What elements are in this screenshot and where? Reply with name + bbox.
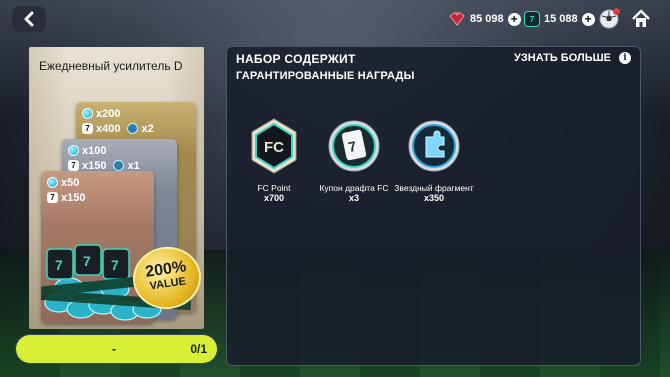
tier-bronze-coupons: x150 — [61, 191, 86, 204]
claim-count: 0/1 — [190, 342, 207, 356]
progress-fill — [16, 335, 217, 363]
fc-points-amount: 15 088 — [544, 13, 578, 25]
reward-label: Купон драфта FC — [319, 183, 389, 193]
reward-star-fragment[interactable]: Звездный фрагмент x350 — [394, 117, 474, 203]
tier-bronze-points: x50 — [61, 176, 80, 189]
reward-label: FC Point — [257, 183, 291, 193]
star-fragment-icon — [408, 120, 460, 172]
coupon-icon: 7 — [82, 123, 93, 134]
reward-quantity: x350 — [423, 193, 445, 203]
point-icon — [82, 108, 93, 119]
svg-text:7: 7 — [111, 257, 119, 273]
fc-point-icon: 7 — [524, 11, 540, 27]
claim-progress-bar[interactable]: - 0/1 — [15, 334, 218, 364]
offer-card[interactable]: Ежедневный усилитель D x200 7 x400 x2 x10… — [29, 47, 204, 329]
info-icon[interactable]: i — [619, 52, 631, 64]
point-icon — [47, 177, 58, 188]
fragment-icon — [127, 123, 139, 134]
gems-amount: 85 098 — [470, 13, 504, 25]
tier-silver-points: x100 — [82, 144, 107, 157]
chevron-left-icon — [24, 11, 34, 27]
pack-contents-panel: НАБОР СОДЕРЖИТ УЗНАТЬ БОЛЬШЕ i ГАРАНТИРО… — [226, 46, 641, 366]
draft-coupon-icon: 7 — [328, 120, 380, 172]
notification-dot — [613, 8, 620, 15]
tier-silver-coupons: x150 — [82, 159, 107, 172]
gems-currency: 85 098 + — [448, 9, 521, 29]
gem-icon — [449, 12, 465, 26]
back-button[interactable] — [12, 6, 46, 32]
reward-quantity: x3 — [348, 193, 359, 203]
tier-gold-coupons: x400 — [96, 122, 121, 135]
home-icon[interactable] — [630, 8, 652, 30]
reward-draft-coupon[interactable]: 7 Купон драфта FC x3 — [314, 117, 394, 203]
point-icon — [68, 145, 79, 156]
coupon-icon: 7 — [68, 160, 79, 171]
panel-title: НАБОР СОДЕРЖИТ — [236, 52, 356, 66]
offer-title: Ежедневный усилитель D — [39, 59, 183, 73]
tier-gold-points: x200 — [96, 107, 121, 120]
fc-point-icon: FC — [251, 118, 297, 174]
coupon-icon: 7 — [47, 192, 58, 203]
svg-text:7: 7 — [55, 257, 63, 273]
add-gems-button[interactable]: + — [507, 12, 521, 26]
svg-text:FC: FC — [264, 139, 284, 156]
claim-label: - — [112, 342, 116, 356]
learn-more-link[interactable]: УЗНАТЬ БОЛЬШЕ — [514, 52, 611, 64]
fragment-icon — [113, 160, 125, 171]
reward-quantity: x700 — [263, 193, 285, 203]
fc-points-currency: 7 15 088 + — [524, 9, 595, 29]
tier-silver-fragments: x1 — [127, 159, 140, 172]
svg-text:7: 7 — [83, 253, 91, 269]
tier-gold-fragments: x2 — [141, 122, 154, 135]
reward-fc-point[interactable]: FC FC Point x700 — [234, 117, 314, 203]
reward-label: Звездный фрагмент — [394, 183, 474, 193]
add-fc-points-button[interactable]: + — [581, 12, 595, 26]
section-title: ГАРАНТИРОВАННЫЕ НАГРАДЫ — [236, 70, 415, 82]
